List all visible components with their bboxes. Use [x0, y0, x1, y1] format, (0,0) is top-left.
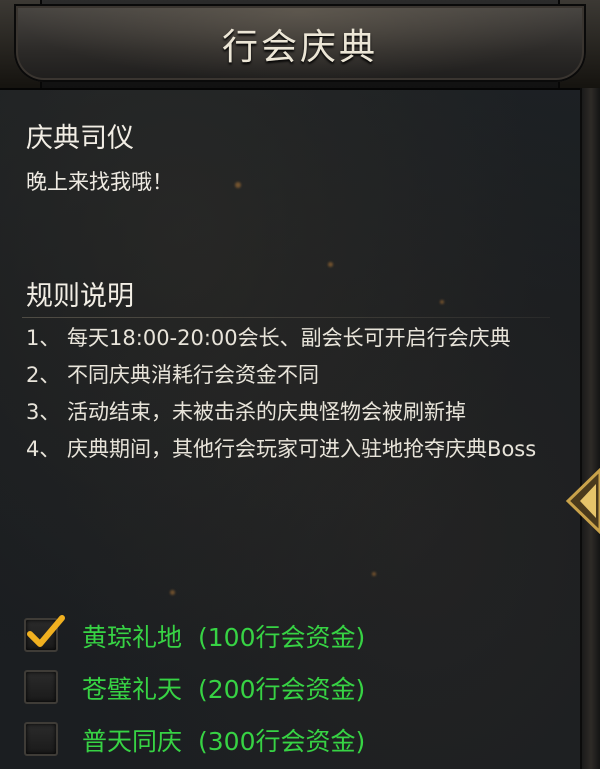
rule-item: 4、 庆典期间，其他行会玩家可进入驻地抢夺庆典Boss [26, 437, 537, 461]
ember-particle [170, 590, 175, 595]
option-checkbox[interactable] [24, 670, 58, 704]
option-cost: (200行会资金) [198, 675, 366, 704]
option-name: 黄琮礼地 [82, 623, 183, 652]
host-message: 晚上来找我哦！ [26, 170, 173, 194]
rule-item: 1、 每天18:00-20:00会长、副会长可开启行会庆典 [26, 326, 511, 350]
option-cost: (300行会资金) [198, 727, 366, 756]
ember-particle [235, 182, 241, 188]
option-huangcong-lidi[interactable]: 黄琮礼地 (100行会资金) [24, 612, 564, 664]
collapse-panel-button[interactable] [564, 466, 600, 536]
option-cost: (100行会资金) [198, 623, 366, 652]
ember-particle [372, 572, 376, 576]
header-plate: 行会庆典 [14, 4, 586, 82]
option-name: 普天同庆 [82, 727, 183, 756]
option-label: 普天同庆 (300行会资金) [82, 722, 365, 758]
rule-item: 3、 活动结束，未被击杀的庆典怪物会被刷新掉 [26, 400, 467, 424]
check-icon [27, 615, 65, 647]
option-label: 黄琮礼地 (100行会资金) [82, 618, 365, 654]
ember-particle [440, 300, 444, 304]
option-checkbox[interactable] [24, 722, 58, 756]
celebration-panel: 行会庆典 庆典司仪 晚上来找我哦！ 规则说明 1、 每天18:00-20:00会… [0, 0, 600, 769]
panel-header: 行会庆典 [0, 0, 600, 90]
rules-title: 规则说明 [26, 281, 134, 312]
panel-right-border [580, 88, 600, 769]
celebration-options: 黄琮礼地 (100行会资金) 苍璧礼天 (200行会资金) 普天同庆 (300行会资金… [24, 612, 564, 768]
option-putian-tongqing[interactable]: 普天同庆 (300行会资金) [24, 716, 564, 768]
ember-particle [328, 262, 333, 267]
host-title: 庆典司仪 [26, 123, 134, 154]
rules-list: 1、 每天18:00-20:00会长、副会长可开启行会庆典 2、 不同庆典消耗行… [26, 320, 546, 468]
option-checkbox[interactable] [24, 615, 65, 652]
chevron-left-icon [565, 467, 600, 535]
rule-item: 2、 不同庆典消耗行会资金不同 [26, 363, 320, 387]
panel-title: 行会庆典 [221, 27, 378, 68]
option-name: 苍璧礼天 [82, 675, 183, 704]
option-cangbi-litian[interactable]: 苍璧礼天 (200行会资金) [24, 664, 564, 716]
option-label: 苍璧礼天 (200行会资金) [82, 670, 365, 706]
rules-divider [22, 317, 550, 318]
